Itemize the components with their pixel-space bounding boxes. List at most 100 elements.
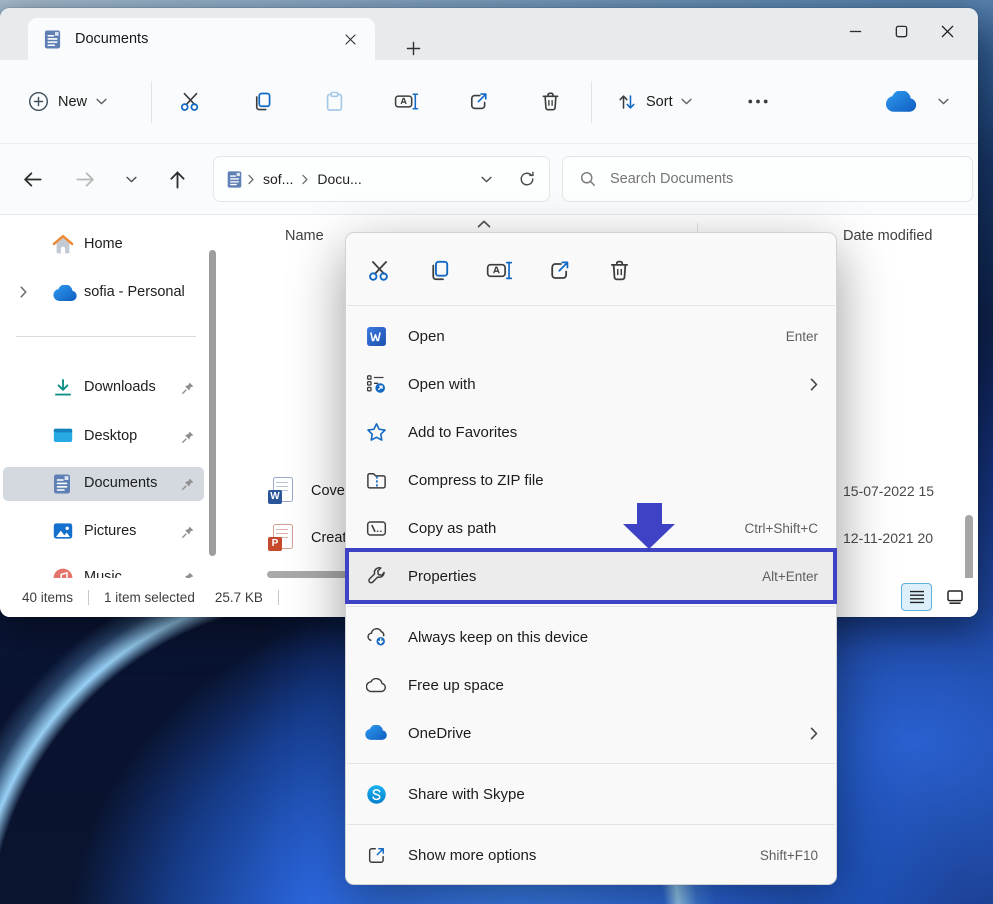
recent-locations-button[interactable] — [119, 167, 143, 191]
address-bar[interactable]: sof... Docu... — [213, 156, 550, 202]
chevron-down-icon — [938, 98, 949, 105]
search-input[interactable] — [610, 171, 910, 187]
paste-button[interactable] — [314, 82, 354, 122]
minimize-button[interactable] — [832, 14, 878, 48]
downloads-icon — [52, 377, 74, 403]
cloud-download-icon — [364, 627, 388, 648]
sidebar-item-pictures[interactable]: Pictures — [3, 515, 204, 549]
breadcrumb-folder[interactable]: Docu... — [313, 168, 365, 190]
plus-icon — [406, 41, 421, 56]
column-header-date-modified[interactable]: Date modified — [843, 228, 932, 244]
toolbar-divider — [151, 81, 152, 123]
menu-item-label: Share with Skype — [408, 786, 525, 803]
copy-button[interactable] — [419, 250, 459, 290]
sidebar-item-label: Music — [84, 569, 122, 578]
ellipsis-icon — [747, 98, 769, 105]
back-button[interactable] — [15, 162, 49, 196]
menu-item-compress-to-zip[interactable]: Compress to ZIP file — [346, 456, 836, 504]
menu-item-shortcut: Alt+Enter — [762, 569, 818, 584]
breadcrumb-chevron-icon — [248, 174, 254, 185]
forward-button[interactable] — [68, 162, 102, 196]
tab-title: Documents — [75, 31, 148, 47]
close-button[interactable] — [924, 14, 970, 48]
sort-ascending-indicator — [477, 215, 491, 233]
pin-icon — [181, 381, 195, 399]
rename-icon — [394, 90, 419, 113]
selection-size: 25.7 KB — [215, 590, 263, 605]
menu-item-share-with-skype[interactable]: Share with Skype — [346, 770, 836, 818]
menu-item-label: Add to Favorites — [408, 424, 517, 441]
up-button[interactable] — [160, 162, 194, 196]
search-box[interactable] — [562, 156, 973, 202]
share-button[interactable] — [539, 250, 579, 290]
refresh-button[interactable] — [513, 165, 541, 193]
details-view-button[interactable] — [901, 583, 932, 611]
menu-item-shortcut: Shift+F10 — [760, 848, 818, 863]
menu-item-show-more-options[interactable]: Show more options Shift+F10 — [346, 831, 836, 879]
sort-button[interactable]: Sort — [608, 82, 714, 122]
sidebar-item-onedrive-personal[interactable]: sofia - Personal — [3, 276, 204, 310]
new-tab-button[interactable] — [398, 34, 428, 62]
menu-item-open-with[interactable]: Open with — [346, 360, 836, 408]
chevron-down-icon — [126, 176, 137, 183]
breadcrumb-user[interactable]: sof... — [259, 168, 297, 190]
share-icon — [467, 90, 490, 113]
sidebar-divider — [16, 336, 196, 337]
status-divider — [278, 590, 279, 605]
cut-button[interactable] — [170, 82, 210, 122]
chevron-down-icon — [96, 98, 107, 105]
copy-path-icon — [364, 518, 388, 539]
sidebar-scrollbar-thumb[interactable] — [209, 250, 216, 556]
menu-item-onedrive[interactable]: OneDrive — [346, 709, 836, 757]
arrow-left-icon — [21, 168, 44, 191]
sidebar-item-home[interactable]: Home — [3, 228, 204, 262]
menu-item-add-to-favorites[interactable]: Add to Favorites — [346, 408, 836, 456]
documents-icon — [226, 170, 243, 189]
expand-chevron-icon[interactable] — [20, 286, 27, 302]
search-icon — [579, 170, 597, 188]
status-divider — [88, 590, 89, 605]
delete-button[interactable] — [530, 82, 570, 122]
menu-item-always-keep-on-device[interactable]: Always keep on this device — [346, 613, 836, 661]
menu-item-properties[interactable]: Properties Alt+Enter — [346, 552, 836, 600]
menu-divider — [347, 305, 835, 306]
menu-item-open[interactable]: Open Enter — [346, 312, 836, 360]
cut-button[interactable] — [359, 250, 399, 290]
cut-icon — [179, 90, 202, 113]
more-options-button[interactable] — [738, 82, 778, 122]
sidebar-item-music[interactable]: Music — [3, 561, 204, 578]
column-header-name[interactable]: Name — [285, 228, 324, 244]
file-date-modified: 15-07-2022 15 — [843, 483, 934, 499]
vertical-scrollbar-thumb[interactable] — [965, 515, 973, 578]
file-date-modified: 12-11-2021 20 — [843, 530, 933, 546]
copy-icon — [427, 258, 452, 283]
share-button[interactable] — [458, 82, 498, 122]
rename-button[interactable] — [386, 82, 426, 122]
onedrive-chevron-button[interactable] — [930, 89, 956, 115]
menu-item-copy-as-path[interactable]: Copy as path Ctrl+Shift+C — [346, 504, 836, 552]
rename-button[interactable] — [479, 250, 519, 290]
sidebar-item-label: Home — [84, 236, 123, 252]
sidebar-item-desktop[interactable]: Desktop — [3, 420, 204, 454]
new-button[interactable]: New — [18, 81, 140, 123]
menu-item-label: Show more options — [408, 847, 536, 864]
menu-divider — [347, 824, 835, 825]
onedrive-cloud-icon — [884, 91, 918, 113]
onedrive-status-button[interactable] — [880, 84, 922, 120]
sidebar-item-downloads[interactable]: Downloads — [3, 371, 204, 405]
minimize-icon — [848, 24, 863, 39]
tab-close-button[interactable] — [337, 26, 363, 52]
sidebar-item-documents[interactable]: Documents — [3, 467, 204, 501]
copy-button[interactable] — [242, 82, 282, 122]
delete-button[interactable] — [599, 250, 639, 290]
pin-icon — [181, 525, 195, 543]
maximize-button[interactable] — [878, 14, 924, 48]
large-icons-view-button[interactable] — [939, 583, 970, 611]
sidebar-item-label: sofia - Personal — [84, 284, 185, 300]
tab-documents[interactable]: Documents — [28, 18, 375, 60]
documents-icon — [52, 473, 72, 499]
menu-item-free-up-space[interactable]: Free up space — [346, 661, 836, 709]
address-dropdown-button[interactable] — [473, 166, 499, 192]
context-menu: Open Enter Open with Add to Favorites Co… — [345, 232, 837, 885]
sort-button-label: Sort — [646, 94, 673, 110]
